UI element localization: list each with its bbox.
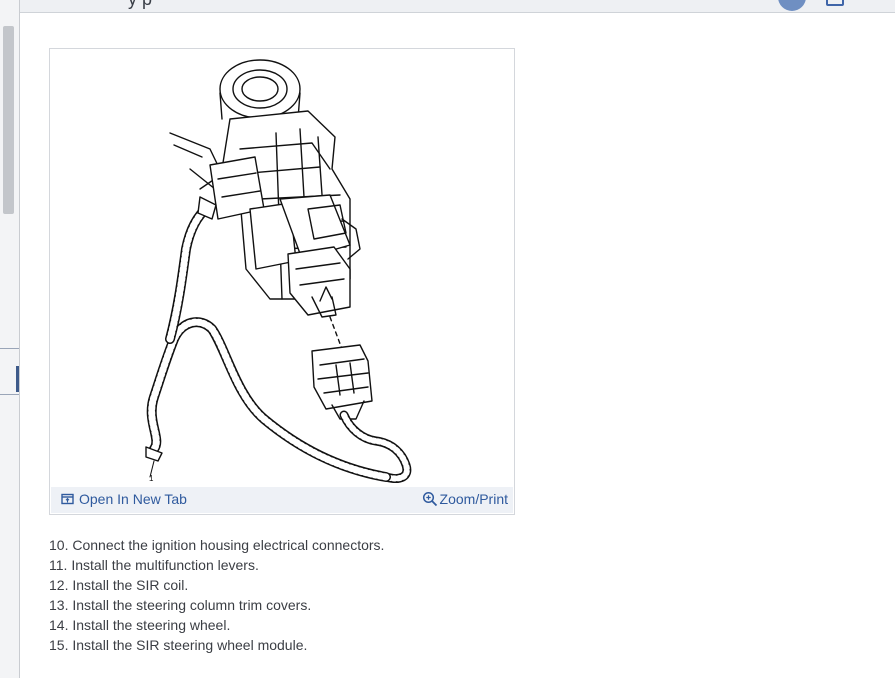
step-text: Install the SIR coil. bbox=[72, 577, 189, 593]
step-text: Connect the ignition housing electrical … bbox=[72, 537, 385, 553]
top-header: y p bbox=[20, 0, 895, 13]
rail-divider bbox=[0, 348, 19, 349]
header-icon[interactable] bbox=[826, 0, 844, 6]
step-number: 13. bbox=[49, 597, 69, 613]
step-number: 15. bbox=[49, 637, 69, 653]
rail-divider bbox=[0, 394, 19, 395]
step-text: Install the multifunction levers. bbox=[71, 557, 259, 573]
procedure-steps: 10. Connect the ignition housing electri… bbox=[49, 535, 384, 655]
zoom-print-label: Zoom/Print bbox=[439, 491, 508, 507]
step-number: 11. bbox=[49, 557, 68, 573]
page-title: y p bbox=[128, 0, 152, 10]
callout-label: 1 bbox=[149, 474, 154, 483]
scrollbar-thumb[interactable] bbox=[3, 26, 14, 214]
step-number: 10. bbox=[49, 537, 69, 553]
rail-marker bbox=[16, 366, 19, 392]
step-number: 12. bbox=[49, 577, 69, 593]
open-in-new-tab-icon bbox=[61, 493, 74, 505]
open-in-new-tab-link[interactable]: Open In New Tab bbox=[61, 491, 187, 507]
step-item: 11. Install the multifunction levers. bbox=[49, 555, 384, 575]
avatar[interactable] bbox=[778, 0, 806, 11]
step-item: 13. Install the steering column trim cov… bbox=[49, 595, 384, 615]
open-in-new-tab-label: Open In New Tab bbox=[79, 491, 187, 507]
step-text: Install the SIR steering wheel module. bbox=[72, 637, 308, 653]
left-rail bbox=[0, 0, 20, 678]
step-item: 15. Install the SIR steering wheel modul… bbox=[49, 635, 384, 655]
step-item: 10. Connect the ignition housing electri… bbox=[49, 535, 384, 555]
diagram-figure: 1 Open In New Tab Zoom/Print bbox=[49, 48, 515, 515]
figure-toolbar: Open In New Tab Zoom/Print bbox=[51, 487, 513, 513]
step-item: 14. Install the steering wheel. bbox=[49, 615, 384, 635]
step-number: 14. bbox=[49, 617, 69, 633]
ignition-connector-diagram: 1 bbox=[145, 59, 412, 483]
step-text: Install the steering wheel. bbox=[72, 617, 231, 633]
step-item: 12. Install the SIR coil. bbox=[49, 575, 384, 595]
zoom-print-link[interactable]: Zoom/Print bbox=[422, 491, 508, 507]
step-text: Install the steering column trim covers. bbox=[72, 597, 312, 613]
zoom-in-icon bbox=[422, 491, 437, 507]
